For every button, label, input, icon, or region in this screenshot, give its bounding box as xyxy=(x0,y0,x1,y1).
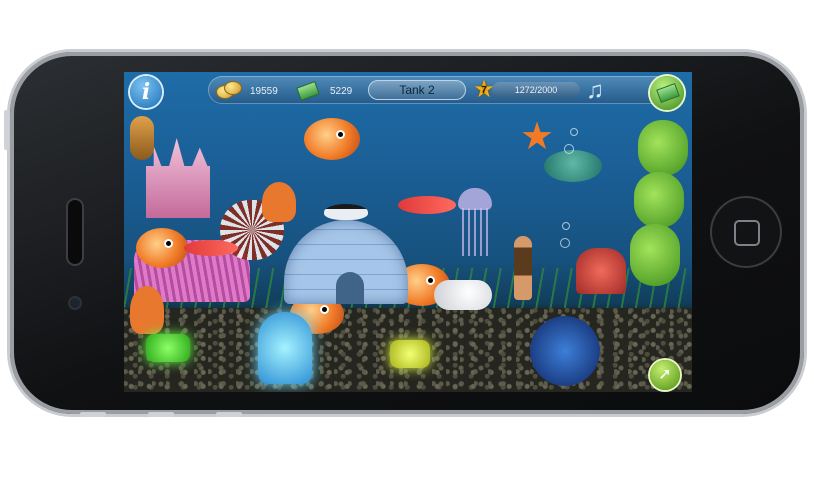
fish-eye xyxy=(428,278,433,283)
sea-turtle[interactable] xyxy=(544,150,602,182)
info-button[interactable]: i xyxy=(130,76,162,108)
red-salmon-right[interactable] xyxy=(398,196,456,214)
green-plant-bottom[interactable] xyxy=(630,224,680,286)
blue-mushroom-crystal[interactable] xyxy=(258,312,312,384)
music-note-icon: ♫ xyxy=(586,77,604,104)
jellyfish[interactable] xyxy=(458,188,492,210)
seahorse[interactable] xyxy=(130,116,154,160)
igloo-decoration[interactable] xyxy=(284,220,408,304)
fish-eye xyxy=(166,241,171,246)
fish-eye xyxy=(338,132,343,137)
green-crystal[interactable] xyxy=(146,334,190,362)
jellyfish-tentacles xyxy=(462,208,488,256)
tern-bird[interactable] xyxy=(324,204,368,220)
xp-progress: 1272/2000 xyxy=(492,82,580,98)
blue-starfish-coral[interactable] xyxy=(530,316,600,386)
pink-castle-decoration[interactable] xyxy=(146,138,210,218)
game-screen[interactable]: ★ i 19559 5229 Tank 2 ★ 7 1272/2000 ♫ ➚ xyxy=(124,72,692,392)
earpiece-speaker xyxy=(68,200,82,264)
cursor-mode-button[interactable]: ➚ xyxy=(650,360,680,390)
bubble xyxy=(560,238,570,248)
green-plant-middle[interactable] xyxy=(634,172,684,228)
volume-down-button xyxy=(148,412,174,417)
white-seal[interactable] xyxy=(434,280,492,310)
cash-count: 5229 xyxy=(330,86,353,97)
cursor-arrow-icon: ➚ xyxy=(658,366,672,383)
orange-octopus-left[interactable] xyxy=(130,286,164,334)
silent-switch xyxy=(216,412,242,417)
cavewoman-figure[interactable] xyxy=(514,236,532,300)
tank-name-button[interactable]: Tank 2 xyxy=(368,80,466,100)
music-button[interactable]: ♫ xyxy=(580,76,610,106)
gold-coins-icon xyxy=(224,81,242,95)
starfish-icon[interactable]: ★ xyxy=(520,118,554,156)
front-camera xyxy=(70,298,80,308)
volume-up-button xyxy=(80,412,106,417)
bubble xyxy=(570,128,578,136)
shop-icon xyxy=(656,83,680,103)
coin-count: 19559 xyxy=(250,86,278,97)
red-salmon-left[interactable] xyxy=(184,240,238,256)
red-coral-decoration[interactable] xyxy=(576,248,626,294)
home-square-icon xyxy=(734,220,760,246)
home-button[interactable] xyxy=(712,198,780,266)
igloo-door xyxy=(336,272,364,304)
cash-icon xyxy=(296,81,320,101)
fish-eye xyxy=(322,307,327,312)
bubble xyxy=(562,222,570,230)
puffer-fish-top[interactable] xyxy=(304,118,360,160)
shop-button[interactable] xyxy=(650,76,684,110)
orange-octopus-top[interactable] xyxy=(262,182,296,222)
green-plant-top[interactable] xyxy=(638,120,688,176)
power-button xyxy=(4,110,9,150)
bubble xyxy=(564,144,574,154)
info-icon: i xyxy=(141,79,151,105)
yellow-crystal[interactable] xyxy=(390,340,430,368)
puffer-fish-left[interactable] xyxy=(136,228,188,268)
